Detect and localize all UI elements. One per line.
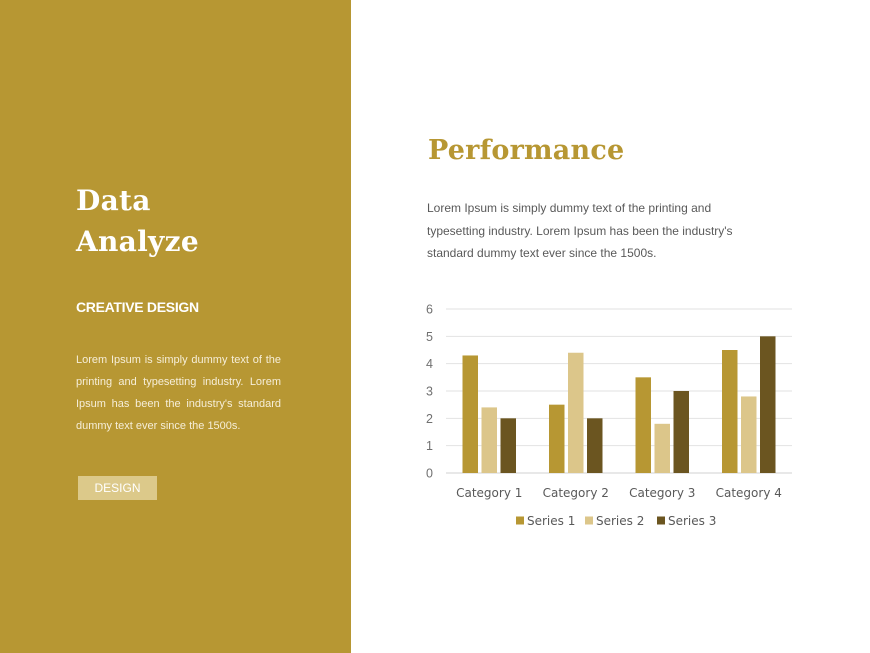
x-tick-label: Category 1 — [456, 486, 522, 500]
left-panel: Data Analyze CREATIVE DESIGN Lorem Ipsum… — [0, 0, 351, 653]
y-tick-label: 0 — [426, 467, 433, 481]
left-body-text: Lorem Ipsum is simply dummy text of the … — [76, 354, 281, 432]
y-axis-ticks: 0 1 2 3 4 5 6 — [426, 303, 433, 481]
y-tick-label: 1 — [426, 439, 433, 453]
bar-2-2 — [568, 352, 584, 473]
legend-label: Series 3 — [668, 514, 716, 528]
design-button[interactable]: DESIGN — [78, 476, 157, 500]
x-tick-label: Category 3 — [629, 486, 695, 500]
bar-4-2 — [741, 396, 757, 473]
legend-swatch — [516, 516, 524, 525]
legend-label: Series 2 — [596, 514, 644, 528]
y-tick-label: 6 — [426, 303, 433, 317]
bar-1-1 — [462, 355, 478, 473]
x-tick-label: Category 4 — [716, 486, 782, 500]
legend-swatch — [657, 516, 665, 525]
y-tick-label: 3 — [426, 385, 433, 399]
y-tick-label: 2 — [426, 412, 433, 426]
legend-swatch — [585, 516, 593, 525]
bar-2-3 — [587, 418, 603, 473]
x-axis-labels: Category 1 Category 2 Category 3 Category 4 — [456, 486, 782, 500]
bar-3-2 — [654, 423, 670, 473]
right-body-text: Lorem Ipsum is simply dummy text of the … — [427, 201, 733, 260]
left-title: Data Analyze — [76, 180, 199, 262]
bar-3-3 — [673, 391, 689, 473]
bar-4-3 — [760, 336, 776, 473]
left-title-line1: Data — [76, 184, 151, 217]
left-subtitle: CREATIVE DESIGN — [76, 299, 199, 315]
grid-lines — [446, 308, 792, 474]
bar-4-1 — [722, 350, 738, 473]
x-tick-label: Category 2 — [543, 486, 609, 500]
bar-1-3 — [500, 418, 516, 473]
left-title-line2: Analyze — [76, 225, 199, 258]
bar-1-2 — [481, 407, 497, 473]
page-title: Performance — [428, 135, 625, 166]
bar-3-1 — [635, 377, 651, 473]
y-tick-label: 4 — [426, 357, 433, 371]
bar-2-1 — [549, 404, 565, 473]
legend-label: Series 1 — [527, 514, 575, 528]
bar-chart: 0123456 Category 1 Category 2 Category 3 Ca… — [426, 303, 792, 528]
legend: Series 1 Series 2 Series 3 — [516, 514, 716, 528]
bars — [462, 336, 776, 473]
y-tick-label: 5 — [426, 330, 433, 344]
